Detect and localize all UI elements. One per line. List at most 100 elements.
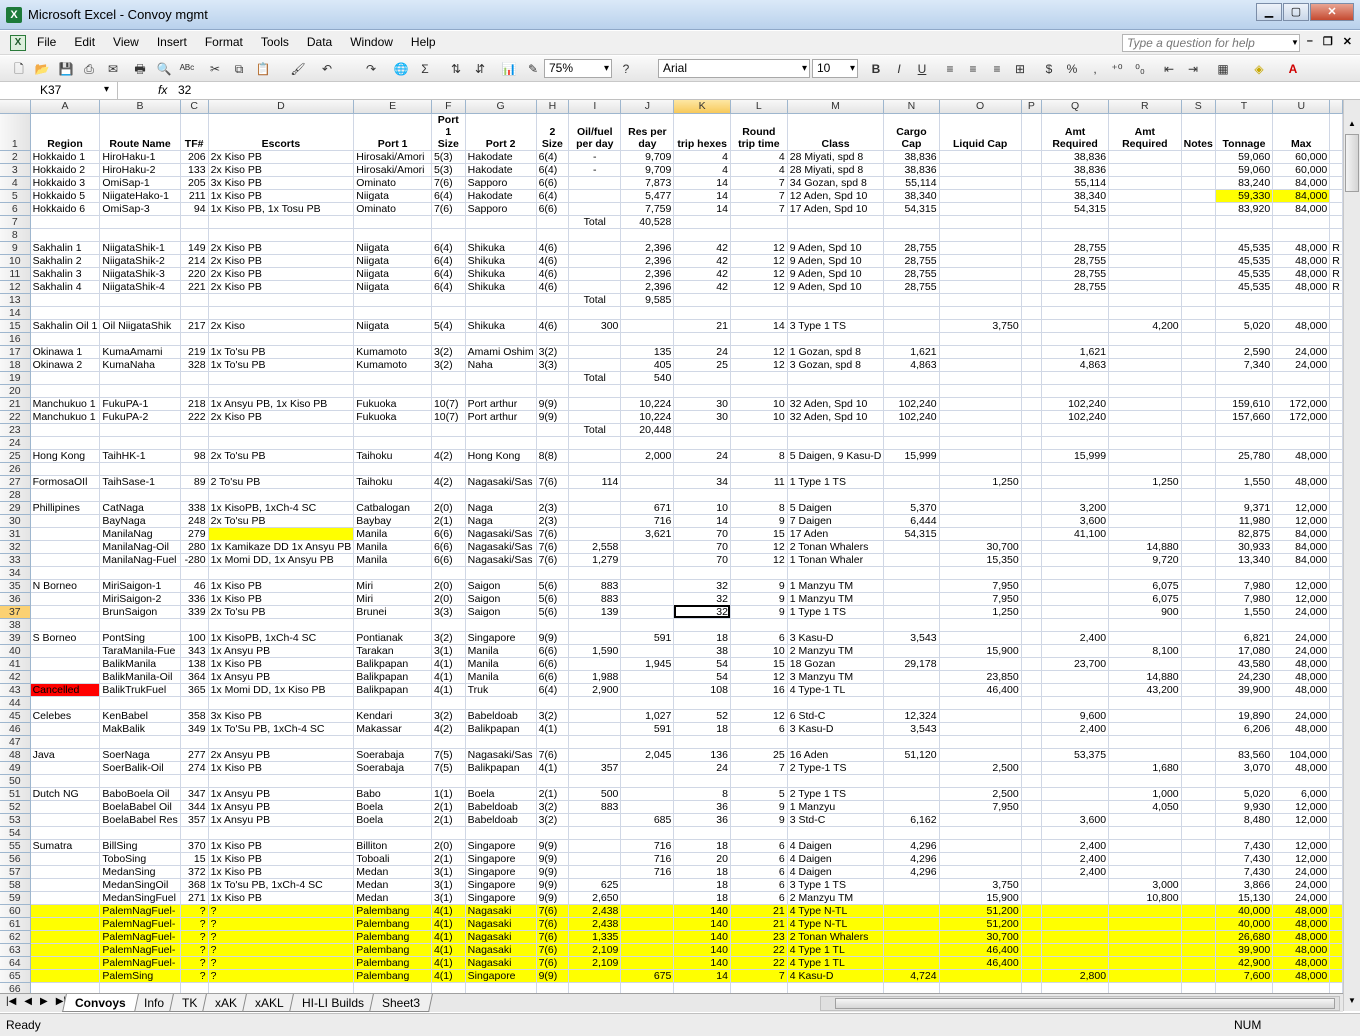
- cell[interactable]: [208, 735, 355, 749]
- cell[interactable]: [180, 696, 209, 710]
- cell[interactable]: 2x To'su PB: [208, 514, 355, 528]
- cell[interactable]: [180, 332, 209, 346]
- cell[interactable]: [1021, 813, 1043, 827]
- cell[interactable]: 7,430: [1215, 839, 1274, 853]
- cell[interactable]: 23,850: [939, 670, 1022, 684]
- cell[interactable]: [30, 462, 101, 476]
- cell[interactable]: [620, 774, 675, 788]
- cell[interactable]: [883, 982, 940, 993]
- cell[interactable]: [353, 423, 432, 437]
- cell[interactable]: [1181, 228, 1216, 242]
- cell[interactable]: [1181, 605, 1216, 619]
- cell[interactable]: 1x KisoPB, 1xCh-4 SC: [208, 631, 355, 645]
- cell[interactable]: 6(6): [536, 657, 570, 671]
- cell[interactable]: [1181, 774, 1216, 788]
- cell[interactable]: 9: [730, 800, 788, 814]
- cell[interactable]: 218: [180, 397, 209, 411]
- help-search-input[interactable]: Type a question for help: [1122, 34, 1300, 52]
- cell[interactable]: [30, 527, 101, 541]
- cell[interactable]: BayNaga: [99, 514, 181, 528]
- cell[interactable]: [787, 228, 885, 242]
- cell[interactable]: [180, 436, 209, 450]
- cell[interactable]: 2x Kiso PB: [208, 150, 355, 164]
- cell[interactable]: [1329, 826, 1343, 840]
- cell[interactable]: 12: [730, 280, 788, 294]
- header-cell[interactable]: Port 1: [353, 113, 432, 151]
- cell[interactable]: [620, 332, 675, 346]
- cell[interactable]: [730, 215, 788, 229]
- cell[interactable]: 4 Daigen: [787, 865, 885, 879]
- cell[interactable]: [568, 982, 622, 993]
- cell[interactable]: [1329, 449, 1343, 463]
- cell[interactable]: [1108, 657, 1182, 671]
- cell[interactable]: Fukuoka: [353, 397, 432, 411]
- permission-icon[interactable]: ⎙: [80, 60, 98, 78]
- cell[interactable]: Sakhalin Oil 1: [30, 319, 101, 333]
- cell[interactable]: [99, 436, 181, 450]
- cell[interactable]: Nagasaki: [465, 904, 537, 918]
- cell[interactable]: [568, 527, 622, 541]
- cell[interactable]: [620, 644, 675, 658]
- cell[interactable]: 3(2): [536, 800, 570, 814]
- cell[interactable]: [536, 384, 570, 398]
- cell[interactable]: 48,000: [1272, 722, 1331, 736]
- cell[interactable]: [1108, 280, 1182, 294]
- cell[interactable]: [1215, 436, 1274, 450]
- cell[interactable]: [1329, 150, 1343, 164]
- row-header[interactable]: 62: [0, 930, 31, 944]
- cell[interactable]: 12,000: [1272, 592, 1331, 606]
- cell[interactable]: BalikManila-Oil: [99, 670, 181, 684]
- cell[interactable]: [465, 735, 537, 749]
- cell[interactable]: 2(0): [431, 839, 466, 853]
- cell[interactable]: Nagasaki: [465, 956, 537, 970]
- cell[interactable]: [99, 371, 181, 385]
- cell[interactable]: Singapore: [465, 852, 537, 866]
- cell[interactable]: HiroHaku-1: [99, 150, 181, 164]
- cell[interactable]: [465, 982, 537, 993]
- cell[interactable]: 2,109: [568, 956, 622, 970]
- cell[interactable]: 32: [673, 605, 731, 619]
- row-header[interactable]: 42: [0, 670, 31, 684]
- cell[interactable]: 46,400: [939, 956, 1022, 970]
- cell[interactable]: 140: [673, 930, 731, 944]
- cell[interactable]: 13,340: [1215, 553, 1274, 567]
- cell[interactable]: 3(2): [536, 709, 570, 723]
- cell[interactable]: [939, 826, 1022, 840]
- font-select[interactable]: Arial: [658, 59, 810, 78]
- cell[interactable]: 172,000: [1272, 410, 1331, 424]
- cell[interactable]: 1(1): [431, 787, 466, 801]
- cell[interactable]: 2 Type-1 TS: [787, 761, 885, 775]
- cell[interactable]: 280: [180, 540, 209, 554]
- cell[interactable]: [568, 436, 622, 450]
- cell[interactable]: [568, 709, 622, 723]
- cell[interactable]: 4(6): [536, 319, 570, 333]
- cell[interactable]: [568, 462, 622, 476]
- cell[interactable]: Singapore: [465, 865, 537, 879]
- cell[interactable]: Nagasaki/Sas: [465, 527, 537, 541]
- cell[interactable]: 20,448: [620, 423, 675, 437]
- column-header[interactable]: O: [939, 100, 1022, 114]
- horizontal-scrollbar[interactable]: [820, 996, 1340, 1011]
- cell[interactable]: [568, 566, 622, 580]
- cell[interactable]: [536, 566, 570, 580]
- cell[interactable]: [431, 618, 466, 632]
- cell[interactable]: 54: [673, 670, 731, 684]
- header-cell[interactable]: trip hexes: [673, 113, 731, 151]
- cell[interactable]: [1181, 956, 1216, 970]
- cell[interactable]: 25,780: [1215, 449, 1274, 463]
- cell[interactable]: [1181, 410, 1216, 424]
- cell[interactable]: 4(1): [431, 683, 466, 697]
- cell[interactable]: [536, 436, 570, 450]
- cell[interactable]: [787, 488, 885, 502]
- cell[interactable]: Hakodate: [465, 189, 537, 203]
- cell[interactable]: 48,000: [1272, 475, 1331, 489]
- cell[interactable]: [1041, 618, 1110, 632]
- row-header[interactable]: 49: [0, 761, 31, 775]
- comma-style-icon[interactable]: ,: [1086, 60, 1104, 78]
- cell[interactable]: 48,000: [1272, 761, 1331, 775]
- cell[interactable]: 3,750: [939, 878, 1022, 892]
- cell[interactable]: 51,120: [883, 748, 940, 762]
- cell[interactable]: 12: [730, 254, 788, 268]
- cell[interactable]: 38,340: [883, 189, 940, 203]
- cell[interactable]: [620, 618, 675, 632]
